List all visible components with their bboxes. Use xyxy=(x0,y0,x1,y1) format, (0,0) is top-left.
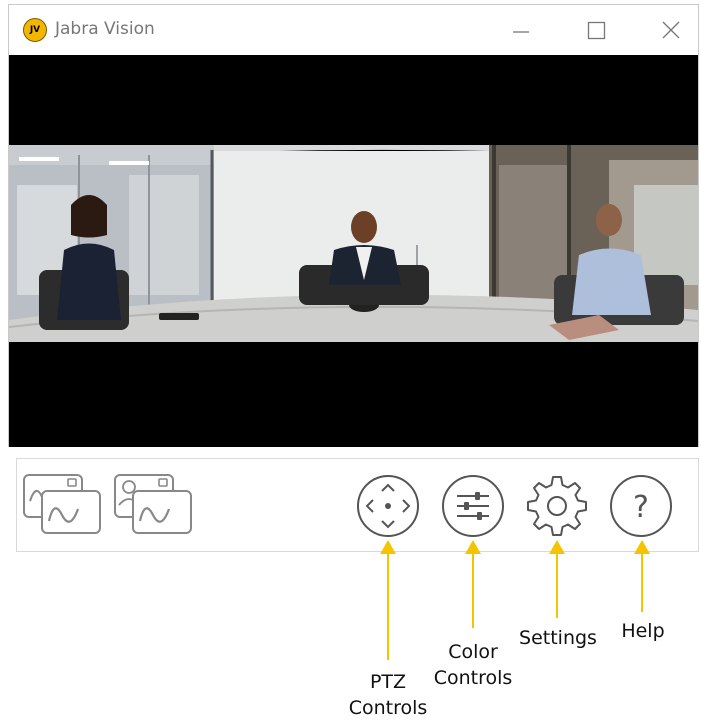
control-toolbar: ? xyxy=(16,458,699,552)
logo-text: JV xyxy=(29,25,41,35)
view-mode-multi-button[interactable] xyxy=(113,471,195,535)
settings-button[interactable] xyxy=(525,474,589,538)
help-label-text: Help xyxy=(621,620,665,642)
settings-arrow xyxy=(549,540,565,618)
ptz-controls-button[interactable] xyxy=(356,474,420,538)
color-controls-button[interactable] xyxy=(441,474,505,538)
gear-icon xyxy=(527,476,587,536)
maximize-button[interactable] xyxy=(576,13,616,47)
window-title: Jabra Vision xyxy=(55,19,155,39)
settings-label-text: Settings xyxy=(519,627,597,649)
color-controls-arrow xyxy=(465,540,481,628)
view-mode-single-button[interactable] xyxy=(22,471,104,535)
close-icon xyxy=(662,21,680,39)
jabra-vision-logo: JV xyxy=(23,18,47,42)
help-button[interactable]: ? xyxy=(609,474,673,538)
help-label: Help xyxy=(598,618,688,644)
close-button[interactable] xyxy=(651,13,691,47)
video-preview xyxy=(9,55,698,447)
title-bar[interactable]: JV Jabra Vision xyxy=(9,5,698,55)
app-window: JV Jabra Vision xyxy=(8,4,699,447)
help-icon: ? xyxy=(633,490,649,525)
minimize-icon xyxy=(513,31,529,33)
ptz-label-line2: Controls xyxy=(348,697,428,719)
minimize-button[interactable] xyxy=(501,13,541,47)
maximize-icon xyxy=(587,21,606,40)
settings-label: Settings xyxy=(508,625,608,651)
color-label-line2: Controls xyxy=(433,667,513,689)
help-arrow xyxy=(634,540,650,612)
ptz-arrow xyxy=(380,540,396,660)
meeting-room-image xyxy=(9,145,698,342)
